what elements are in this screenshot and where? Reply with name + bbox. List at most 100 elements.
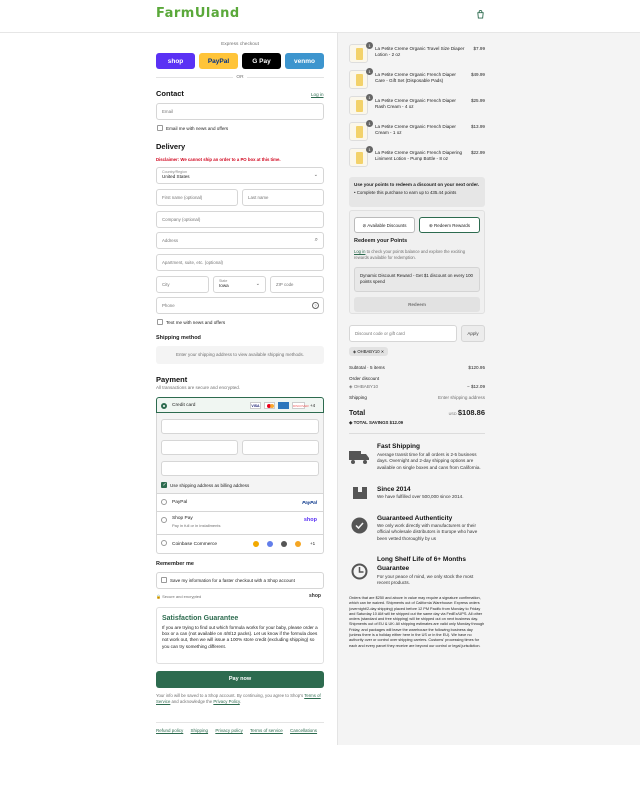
quantity-badge: 1 [366, 68, 373, 75]
paypal-radio[interactable] [161, 499, 167, 505]
total-savings: ◈ TOTAL SAVINGS $12.09 [349, 420, 404, 425]
expiration-date-field[interactable] [161, 440, 238, 455]
venmo-button[interactable]: venmo [285, 53, 324, 69]
product-price: $13.99 [470, 124, 485, 129]
pay-now-button[interactable]: Pay now [156, 671, 324, 688]
redeem-button[interactable]: Redeem [354, 297, 480, 312]
name-on-card-field[interactable] [161, 461, 319, 476]
billing-checkbox[interactable]: ✓ [161, 482, 167, 488]
reward-option[interactable]: Dynamic Discount Reward - Get $1 discoun… [354, 267, 480, 292]
save-info-label: Save my information for a faster checkou… [170, 578, 295, 583]
shop-pay-radio[interactable] [161, 517, 167, 523]
shipping-policy-link[interactable]: Shipping [191, 728, 209, 733]
shipping-row: Shipping Enter shipping address [349, 395, 485, 400]
product-name: La Petite Creme Organic French Diaper Ra… [375, 98, 456, 110]
subtotal-row: Subtotal · 5 items $120.95 [349, 365, 485, 370]
shipping-policy-text: Orders that are $250 and above in value … [349, 596, 485, 648]
country-value: United States [162, 174, 190, 179]
refund-policy-link[interactable]: Refund policy [156, 728, 183, 733]
security-code-field[interactable] [242, 440, 319, 455]
quantity-badge: 1 [366, 94, 373, 101]
save-info-checkbox[interactable] [161, 577, 167, 583]
secure-note: 🔒 Secure and encrypted [156, 594, 202, 599]
coinbase-radio[interactable] [161, 540, 167, 546]
last-name-field[interactable]: Last name [242, 189, 324, 206]
quantity-badge: 1 [366, 42, 373, 49]
discount-code-field[interactable]: Discount code or gift card [349, 325, 457, 342]
sms-checkbox[interactable] [157, 319, 163, 325]
product-price: $49.99 [470, 72, 485, 77]
shopping-bag-icon[interactable] [476, 10, 485, 19]
card-number-field[interactable] [161, 419, 319, 434]
cancellations-link[interactable]: Cancellations [290, 728, 317, 733]
product-image: 1 [349, 42, 373, 63]
apply-button[interactable]: Apply [461, 325, 485, 342]
phone-field[interactable]: Phone? [156, 297, 324, 314]
help-icon[interactable]: ? [312, 302, 319, 309]
close-icon[interactable]: ✕ [381, 349, 385, 354]
quantity-badge: 1 [366, 120, 373, 127]
shipping-method-title: Shipping method [156, 335, 201, 341]
footer-links: Refund policy Shipping Privacy policy Te… [156, 728, 323, 733]
email-field[interactable]: Email [156, 103, 324, 120]
product-image: 1 [349, 120, 373, 141]
or-divider-label: OR [233, 74, 247, 80]
address-field[interactable]: Address ⌕ [156, 232, 324, 249]
line-item: 1 La Petite Creme Organic Travel Size Dia… [349, 42, 485, 64]
visa-icon: VISA [250, 402, 261, 409]
shipping-method-message: Enter your shipping address to view avai… [156, 346, 324, 364]
redeem-points-text: Log in to check your points balance and … [354, 249, 466, 260]
country-select[interactable]: Country/Region United States ⌄ [156, 167, 324, 184]
guarantee-text: If you are trying to find out which form… [162, 625, 318, 649]
product-price: $22.99 [470, 150, 485, 155]
order-discount-row: Order discount [349, 376, 380, 381]
apartment-field[interactable]: Apartment, suite, etc. (optional) [156, 254, 324, 271]
privacy-policy-link[interactable]: Privacy policy [215, 728, 243, 733]
satisfaction-guarantee-box: Satisfaction Guarantee If you are trying… [156, 607, 324, 664]
shelf-life-icon [351, 563, 368, 580]
truck-icon [349, 451, 369, 464]
line-item: 1 La Petite Creme Organic French Diaper R… [349, 94, 485, 116]
terms-of-service-link[interactable]: Terms of service [250, 728, 283, 733]
box-icon [353, 487, 367, 499]
login-link[interactable]: Log in [311, 92, 324, 97]
ethereum-icon [267, 541, 273, 547]
tab-available-discounts[interactable]: ⊘ Available Discounts [354, 217, 415, 233]
credit-card-radio[interactable] [161, 403, 167, 409]
chevron-down-icon: ⌄ [255, 281, 260, 287]
city-field[interactable]: City [156, 276, 209, 293]
product-name: La Petite Creme Organic Travel Size Diap… [375, 46, 465, 58]
company-field[interactable]: Company (optional) [156, 211, 324, 228]
rewards-login-link[interactable]: Log in [354, 249, 365, 254]
more-cards-count: +4 [310, 403, 316, 408]
header [0, 0, 640, 33]
paypal-option[interactable]: PayPal PayPal [156, 494, 324, 512]
crypto-icon [281, 541, 287, 547]
product-price: $25.99 [470, 98, 485, 103]
payment-subtitle: All transactions are secure and encrypte… [156, 385, 241, 390]
privacy-link[interactable]: Privacy Policy [213, 699, 239, 704]
tag-icon: ◈ [349, 384, 353, 389]
gift-icon: ⊛ [428, 223, 433, 228]
bitcoin-icon [253, 541, 259, 547]
line-item: 1 La Petite Creme Organic French Diaperin… [349, 146, 485, 168]
quantity-badge: 1 [366, 146, 373, 153]
paypal-button[interactable]: PayPal [199, 53, 238, 69]
shop-pay-option[interactable]: Shop Pay Pay in full or in installments … [156, 512, 324, 535]
coinbase-option[interactable]: Coinbase Commerce +1 [156, 535, 324, 554]
tab-redeem-rewards[interactable]: ⊛ Redeem Rewards [419, 217, 480, 233]
logo[interactable]: FarmUland [156, 6, 240, 21]
tag-icon: ◈ [353, 349, 357, 354]
amex-icon [278, 402, 289, 409]
discount-tag: ◈ OHBABY10 ✕ [349, 347, 389, 356]
newsletter-checkbox[interactable] [157, 125, 163, 131]
credit-card-option[interactable]: Credit card VISA DISCOVER +4 [156, 397, 324, 413]
chevron-down-icon: ⌄ [313, 172, 318, 178]
first-name-field[interactable]: First name (optional) [156, 189, 238, 206]
zip-field[interactable]: ZIP code [270, 276, 324, 293]
crypto-icon [295, 541, 301, 547]
state-select[interactable]: State Iowa ⌄ [213, 276, 266, 293]
product-name: La Petite Creme Organic French Diapering… [375, 150, 463, 162]
shop-pay-button[interactable]: shop [156, 53, 195, 69]
google-pay-button[interactable]: G Pay [242, 53, 281, 69]
